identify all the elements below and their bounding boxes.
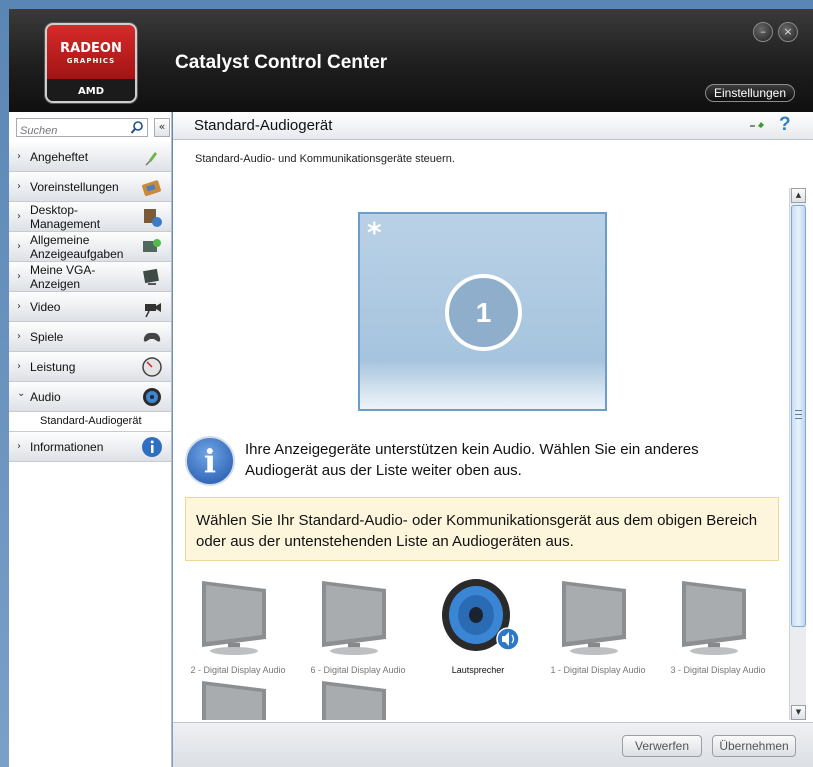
sidebar-item-display-tasks[interactable]: › Allgemeine Anzeigeaufgaben [9,232,171,262]
page-description: Standard-Audio- und Kommunikationsgeräte… [195,153,455,165]
scroll-up-button[interactable]: ▲ [791,188,806,203]
chevron-right-icon: › [17,271,21,282]
speaker-icon [143,388,161,406]
monitor-icon [202,581,266,655]
monitor-icon [562,581,626,655]
gauge-icon [142,357,162,377]
hint-box: Wählen Sie Ihr Standard-Audio- oder Komm… [185,497,779,561]
logo-text-amd: AMD [78,86,104,97]
footer-bar: Verwerfen Übernehmen [173,722,813,767]
device-monitor-row2-1[interactable] [178,677,298,720]
device-digital-display-audio-3[interactable]: 3 - Digital Display Audio [658,577,778,677]
device-digital-display-audio-2[interactable]: 2 - Digital Display Audio [178,577,298,677]
page-title: Standard-Audiogerät [194,117,333,134]
device-digital-display-audio-6[interactable]: 6 - Digital Display Audio [298,577,418,677]
pin-page-icon[interactable] [749,118,767,134]
logo-text-graphics: GRAPHICS [66,57,116,65]
device-monitor-row2-2[interactable] [298,677,418,720]
vga-display-icon [143,268,159,285]
device-label: 6 - Digital Display Audio [310,665,406,675]
sidebar-item-label: Spiele [30,330,64,344]
sidebar-item-label: Allgemeine Anzeigeaufgaben [30,233,124,261]
chevron-right-icon: › [17,331,21,342]
display-tile-1[interactable]: * 1 [358,212,607,411]
sidebar-item-voreinstellungen[interactable]: › Voreinstellungen [9,172,171,202]
monitor-icon [682,581,746,655]
sidebar-item-leistung[interactable]: › Leistung [9,352,171,382]
app-header: RADEON GRAPHICS AMD Catalyst Control Cen… [9,9,813,112]
sidebar-item-label: Angeheftet [30,150,89,164]
video-camera-icon [145,303,161,318]
device-label: 3 - Digital Display Audio [670,665,766,675]
monitor-icon [202,681,266,720]
sidebar-item-label: Informationen [30,440,104,454]
sidebar-item-label: Meine VGA-Anzeigen [30,263,96,291]
grip-icon [795,410,802,419]
hint-text: Wählen Sie Ihr Standard-Audio- oder Komm… [196,512,758,550]
chevron-right-icon: › [17,151,21,162]
content-area: * 1 i Ihre Anzeigegeräte unterstützen ke… [173,187,787,720]
close-button[interactable]: × [778,22,798,42]
info-icon [142,437,162,457]
sidebar-nav: › Angeheftet › Voreinstellungen › Deskto… [9,142,171,462]
monitor-icon [322,581,386,655]
main-panel: Standard-Audiogerät ? Standard-Audio- un… [173,112,813,767]
sidebar-item-video[interactable]: › Video [9,292,171,322]
sidebar-item-spiele[interactable]: › Spiele [9,322,171,352]
device-label: 1 - Digital Display Audio [550,665,646,675]
app-title: Catalyst Control Center [175,52,388,73]
device-digital-display-audio-1[interactable]: 1 - Digital Display Audio [538,577,658,677]
device-label: 2 - Digital Display Audio [190,665,286,675]
search-input[interactable] [17,122,127,140]
scroll-down-button[interactable]: ▼ [791,705,806,720]
chevron-right-icon: › [17,241,21,252]
primary-display-marker: * [367,216,382,249]
discard-button[interactable]: Verwerfen [622,735,702,757]
help-icon[interactable]: ? [779,114,795,136]
presets-icon [142,180,161,196]
pin-icon [145,152,157,166]
settings-button[interactable]: Einstellungen [705,84,795,102]
speaker-icon [442,579,520,651]
content-scrollbar[interactable]: ▲ ▼ [789,188,806,720]
sidebar-item-desktop-management[interactable]: › Desktop-Management [9,202,171,232]
sidebar: « › Angeheftet › Voreinstellungen › Desk… [9,112,172,767]
device-label: Lautsprecher [451,665,505,675]
chevron-right-icon: › [17,181,21,192]
gamepad-icon [143,332,161,342]
sidebar-item-audio[interactable]: ⌄ Audio [9,382,171,412]
monitor-icon [322,681,386,720]
sidebar-subitem-label: Standard-Audiogerät [40,415,142,427]
scroll-thumb[interactable] [791,205,806,627]
info-message: i Ihre Anzeigegeräte unterstützen kein A… [185,436,785,488]
desktop-management-icon [144,209,162,227]
sidebar-item-informationen[interactable]: › Informationen [9,432,171,462]
sidebar-item-angeheftet[interactable]: › Angeheftet [9,142,171,172]
collapse-sidebar-button[interactable]: « [154,118,170,137]
chevron-right-icon: › [17,301,21,312]
sidebar-item-label: Voreinstellungen [30,180,119,194]
display-number: 1 [445,274,522,351]
search-box [16,118,148,140]
sidebar-item-label: Audio [30,390,61,404]
info-icon: i [185,436,235,486]
apply-button[interactable]: Übernehmen [712,735,796,757]
info-text: Ihre Anzeigegeräte unterstützen kein Aud… [245,441,699,479]
chevron-right-icon: › [17,441,21,452]
page-header: Standard-Audiogerät ? [173,112,813,140]
logo-text-radeon: RADEON [60,41,122,56]
chevron-right-icon: › [17,361,21,372]
sidebar-item-label: Video [30,300,61,314]
device-lautsprecher[interactable]: Lautsprecher [418,577,538,677]
radeon-logo: RADEON GRAPHICS AMD [45,23,137,103]
chevron-right-icon: › [17,211,21,222]
sidebar-subitem-standard-audio[interactable]: Standard-Audiogerät [9,412,171,432]
sidebar-item-label: Desktop-Management [30,203,101,231]
chevron-down-icon: ⌄ [17,388,26,399]
sidebar-item-label: Leistung [30,360,76,374]
sidebar-item-vga-displays[interactable]: › Meine VGA-Anzeigen [9,262,171,292]
minimize-button[interactable]: – [753,22,773,42]
search-icon[interactable] [130,120,144,135]
display-tasks-icon [143,239,161,252]
